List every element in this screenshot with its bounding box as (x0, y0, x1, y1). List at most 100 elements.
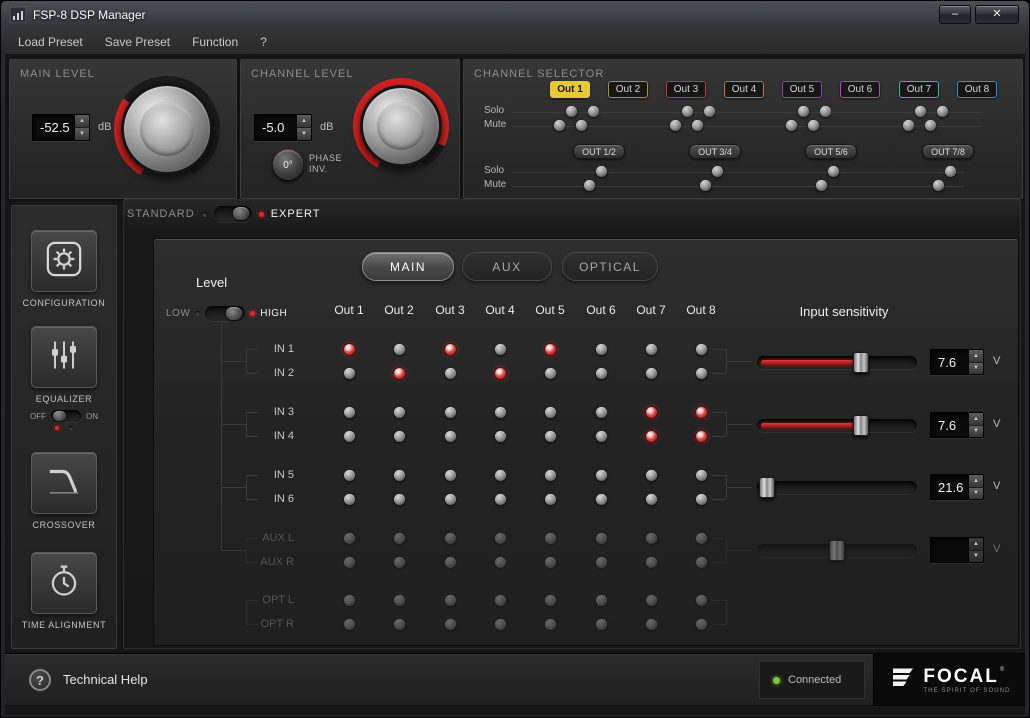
slider-handle-3[interactable] (759, 477, 775, 498)
channel-button-out-6[interactable]: Out 6 (840, 81, 880, 98)
matrix-cell-opt-r-out-4[interactable] (495, 619, 506, 630)
menu-item-help[interactable]: ? (249, 31, 278, 53)
sensitivity-slider-4[interactable] (757, 540, 917, 561)
level-toggle[interactable] (205, 305, 246, 321)
solo-knob-group-4[interactable] (945, 166, 956, 177)
matrix-cell-in-3-out-8[interactable] (696, 407, 707, 418)
matrix-cell-aux-r-out-3[interactable] (445, 557, 456, 568)
channel-level-down[interactable]: ▼ (297, 128, 311, 140)
title-bar[interactable]: FSP-8 DSP Manager – ✕ (1, 1, 1029, 29)
matrix-cell-opt-r-out-5[interactable] (545, 619, 556, 630)
mute-knob-out-3[interactable] (670, 120, 681, 131)
main-level-knob[interactable] (114, 76, 220, 182)
matrix-cell-aux-r-out-6[interactable] (596, 557, 607, 568)
close-button[interactable]: ✕ (975, 5, 1019, 24)
equalizer-toggle[interactable] (51, 410, 81, 422)
matrix-cell-in-4-out-1[interactable] (344, 431, 355, 442)
main-level-value[interactable]: -52.5 (33, 115, 74, 140)
mute-knob-group-1[interactable] (584, 180, 595, 191)
matrix-cell-in-6-out-2[interactable] (394, 494, 405, 505)
matrix-cell-in-5-out-5[interactable] (545, 470, 556, 481)
matrix-cell-in-5-out-3[interactable] (445, 470, 456, 481)
matrix-cell-in-1-out-7[interactable] (646, 344, 657, 355)
sidebar-item-equalizer[interactable]: EQUALIZER OFF ON (12, 326, 116, 430)
mute-knob-out-1[interactable] (554, 120, 565, 131)
matrix-cell-opt-l-out-5[interactable] (545, 595, 556, 606)
matrix-cell-in-4-out-2[interactable] (394, 431, 405, 442)
solo-knob-out-4[interactable] (704, 106, 715, 117)
channel-button-out-4[interactable]: Out 4 (724, 81, 764, 98)
mode-toggle-knob[interactable] (232, 207, 249, 220)
channel-button-out-3[interactable]: Out 3 (666, 81, 706, 98)
matrix-cell-in-1-out-8[interactable] (696, 344, 707, 355)
mode-toggle[interactable] (213, 206, 252, 222)
matrix-cell-aux-r-out-7[interactable] (646, 557, 657, 568)
phase-invert-knob[interactable]: 0° (273, 150, 303, 180)
matrix-cell-opt-r-out-8[interactable] (696, 619, 707, 630)
matrix-cell-aux-l-out-2[interactable] (394, 533, 405, 544)
matrix-cell-in-6-out-6[interactable] (596, 494, 607, 505)
matrix-cell-opt-r-out-1[interactable] (344, 619, 355, 630)
sensitivity-slider-2[interactable] (757, 415, 917, 436)
matrix-cell-opt-r-out-3[interactable] (445, 619, 456, 630)
matrix-cell-in-1-out-1[interactable] (344, 344, 355, 355)
channel-level-value[interactable]: -5.0 (255, 115, 296, 140)
matrix-cell-in-6-out-5[interactable] (545, 494, 556, 505)
equalizer-toggle-knob[interactable] (53, 411, 66, 421)
solo-knob-out-5[interactable] (798, 106, 809, 117)
equalizer-tile[interactable] (31, 326, 97, 388)
matrix-cell-opt-r-out-2[interactable] (394, 619, 405, 630)
slider-handle-1[interactable] (853, 352, 869, 373)
sensitivity-slider-3[interactable] (757, 477, 917, 498)
main-level-up[interactable]: ▲ (75, 115, 89, 128)
matrix-cell-aux-r-out-2[interactable] (394, 557, 405, 568)
matrix-cell-opt-l-out-7[interactable] (646, 595, 657, 606)
matrix-cell-in-3-out-3[interactable] (445, 407, 456, 418)
spinner-up-2[interactable]: ▲ (969, 413, 983, 426)
sidebar-item-configuration[interactable]: CONFIGURATION (12, 230, 116, 308)
matrix-cell-in-1-out-6[interactable] (596, 344, 607, 355)
matrix-cell-in-2-out-3[interactable] (445, 368, 456, 379)
sensitivity-value-1[interactable]: 7.6 (931, 350, 968, 374)
matrix-cell-in-3-out-5[interactable] (545, 407, 556, 418)
menu-item-load-preset[interactable]: Load Preset (7, 31, 94, 53)
sensitivity-slider-1[interactable] (757, 352, 917, 373)
matrix-cell-opt-l-out-1[interactable] (344, 595, 355, 606)
spinner-down-3[interactable]: ▼ (969, 487, 983, 499)
group-button-out-3-4[interactable]: OUT 3/4 (689, 144, 741, 159)
matrix-cell-aux-l-out-6[interactable] (596, 533, 607, 544)
channel-button-out-5[interactable]: Out 5 (782, 81, 822, 98)
matrix-cell-opt-l-out-3[interactable] (445, 595, 456, 606)
matrix-cell-aux-l-out-3[interactable] (445, 533, 456, 544)
channel-button-out-1[interactable]: Out 1 (550, 81, 590, 98)
solo-knob-out-1[interactable] (566, 106, 577, 117)
matrix-cell-in-2-out-6[interactable] (596, 368, 607, 379)
matrix-cell-aux-l-out-5[interactable] (545, 533, 556, 544)
matrix-cell-in-4-out-5[interactable] (545, 431, 556, 442)
matrix-cell-in-4-out-8[interactable] (696, 431, 707, 442)
matrix-cell-aux-l-out-7[interactable] (646, 533, 657, 544)
mute-knob-out-6[interactable] (808, 120, 819, 131)
mute-knob-group-4[interactable] (933, 180, 944, 191)
matrix-cell-in-6-out-4[interactable] (495, 494, 506, 505)
mute-knob-group-2[interactable] (700, 180, 711, 191)
matrix-cell-aux-l-out-4[interactable] (495, 533, 506, 544)
matrix-cell-in-3-out-4[interactable] (495, 407, 506, 418)
technical-help-link[interactable]: Technical Help (63, 654, 148, 706)
matrix-cell-in-4-out-3[interactable] (445, 431, 456, 442)
matrix-cell-in-5-out-2[interactable] (394, 470, 405, 481)
channel-button-out-7[interactable]: Out 7 (899, 81, 939, 98)
matrix-cell-in-5-out-6[interactable] (596, 470, 607, 481)
matrix-cell-in-1-out-2[interactable] (394, 344, 405, 355)
spinner-up-4[interactable]: ▲ (969, 538, 983, 551)
matrix-cell-in-5-out-1[interactable] (344, 470, 355, 481)
tab-optical[interactable]: OPTICAL (562, 252, 658, 281)
sensitivity-value-4[interactable] (931, 538, 968, 562)
solo-knob-out-2[interactable] (588, 106, 599, 117)
solo-knob-out-8[interactable] (937, 106, 948, 117)
matrix-cell-opt-l-out-4[interactable] (495, 595, 506, 606)
mute-knob-out-2[interactable] (576, 120, 587, 131)
matrix-cell-in-2-out-8[interactable] (696, 368, 707, 379)
matrix-cell-in-6-out-1[interactable] (344, 494, 355, 505)
matrix-cell-in-5-out-8[interactable] (696, 470, 707, 481)
